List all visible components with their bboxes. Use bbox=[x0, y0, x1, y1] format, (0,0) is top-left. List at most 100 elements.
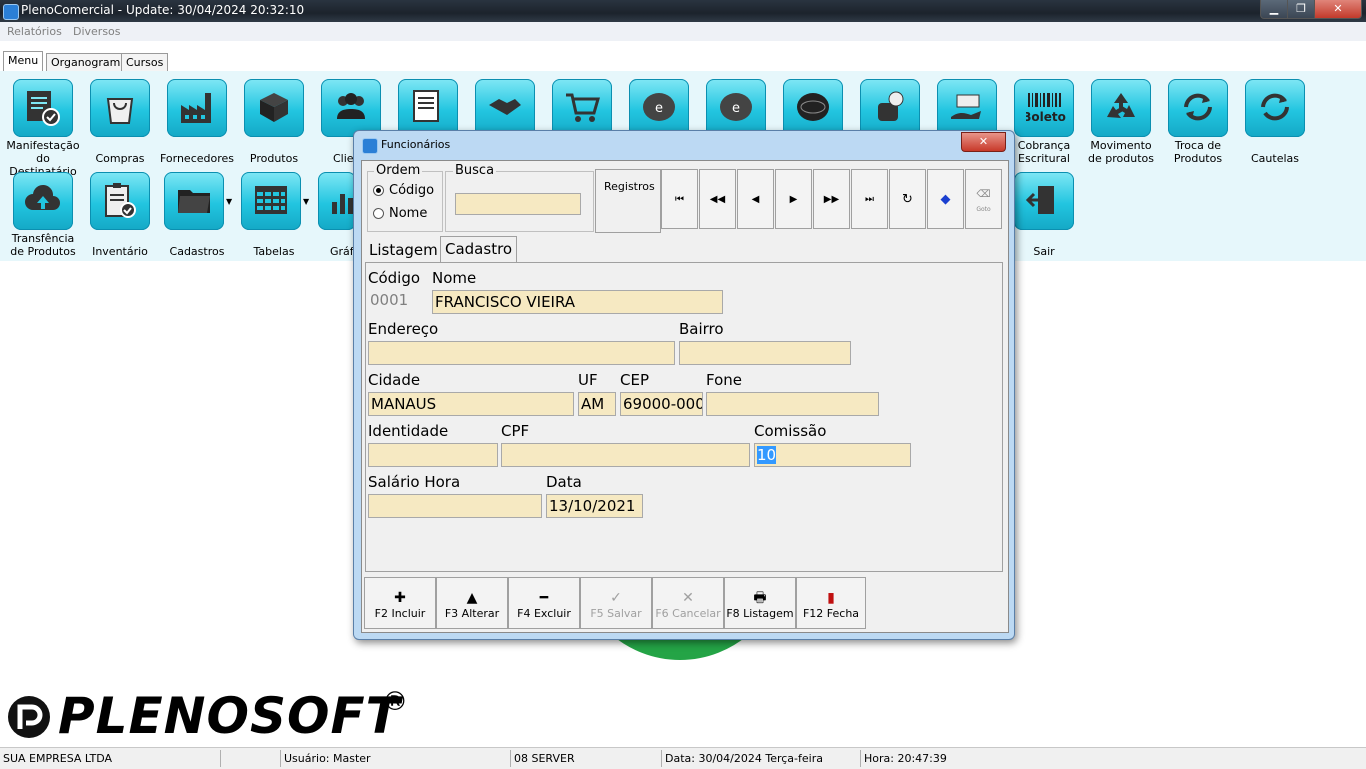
tile-inventario[interactable] bbox=[90, 172, 150, 230]
money-hand-icon bbox=[878, 91, 904, 121]
tile-clientes[interactable] bbox=[321, 79, 381, 137]
label-tabelas: Tabelas bbox=[253, 245, 295, 258]
document-edit-icon bbox=[413, 90, 439, 122]
comissao-field[interactable]: 10 bbox=[754, 443, 911, 467]
document-check-icon bbox=[27, 91, 60, 126]
comissao-selected-text: 10 bbox=[757, 446, 777, 464]
exit-door-icon bbox=[1026, 186, 1054, 214]
data-label: Data bbox=[546, 473, 582, 491]
radio-nome[interactable]: Nome bbox=[373, 206, 427, 221]
tile-cart[interactable] bbox=[552, 79, 612, 137]
nav-goto-button[interactable]: ⌫ Goto bbox=[965, 169, 1002, 229]
status-bar: SUA EMPRESA LTDA Usuário: Master 08 SERV… bbox=[0, 747, 1366, 769]
tab-menu[interactable]: Menu bbox=[3, 51, 44, 72]
comissao-label: Comissão bbox=[754, 422, 827, 440]
menu-diversos[interactable]: Diversos bbox=[73, 25, 121, 38]
endereco-field[interactable] bbox=[368, 341, 675, 365]
tile-tabelas[interactable] bbox=[241, 172, 301, 230]
check-icon: ✓ bbox=[610, 590, 622, 606]
tile-transferencia[interactable] bbox=[13, 172, 73, 230]
tabelas-dropdown-arrow[interactable]: ▼ bbox=[303, 197, 309, 206]
app-icon bbox=[3, 4, 19, 20]
table-icon bbox=[255, 186, 287, 214]
tab-cadastro[interactable]: Cadastro bbox=[440, 236, 518, 263]
printer-icon: 🖶 bbox=[753, 590, 767, 606]
tile-cautelas[interactable] bbox=[1245, 79, 1305, 137]
tile-payment-hand[interactable] bbox=[937, 79, 997, 137]
fone-field[interactable] bbox=[706, 392, 879, 416]
status-usuario: Usuário: Master bbox=[281, 750, 511, 767]
busca-input[interactable] bbox=[455, 193, 581, 215]
bairro-label: Bairro bbox=[679, 320, 724, 338]
tile-movimento[interactable] bbox=[1091, 79, 1151, 137]
nav-prev-page-button[interactable]: ◀◀ bbox=[699, 169, 736, 229]
fone-label: Fone bbox=[706, 371, 743, 389]
main-tabs: Menu Organograma Cursos bbox=[0, 51, 1366, 72]
nav-last-button[interactable]: ⏭ bbox=[851, 169, 888, 229]
dialog-close-button[interactable]: ✕ bbox=[961, 132, 1006, 152]
tab-listagem[interactable]: Listagem bbox=[365, 238, 442, 262]
menu-bar: Relatórios Diversos bbox=[0, 22, 1366, 41]
minimize-button[interactable]: ▁ bbox=[1260, 0, 1288, 19]
status-empty bbox=[221, 750, 281, 767]
tile-manifestacao[interactable] bbox=[13, 79, 73, 137]
funcionarios-dialog: Funcionários ✕ Ordem Código Nome Busca R… bbox=[353, 130, 1015, 640]
tab-cursos[interactable]: Cursos bbox=[121, 53, 169, 71]
nfe-icon: e bbox=[720, 93, 752, 121]
cep-field[interactable]: 69000-000 bbox=[620, 392, 703, 416]
identidade-field[interactable] bbox=[368, 443, 498, 467]
x-icon: ✕ bbox=[682, 590, 694, 606]
salario-hora-field[interactable] bbox=[368, 494, 542, 518]
tile-produtos[interactable] bbox=[244, 79, 304, 137]
svg-text:e: e bbox=[655, 101, 663, 116]
listagem-button[interactable]: 🖶 F8 Listagem bbox=[724, 577, 796, 629]
title-bar: PlenoComercial - Update: 30/04/2024 20:3… bbox=[0, 0, 1366, 22]
nav-first-button[interactable]: ⏮ bbox=[661, 169, 698, 229]
tile-nfe[interactable]: e bbox=[706, 79, 766, 137]
nfce-icon: e bbox=[643, 93, 675, 121]
cancelar-button[interactable]: ✕ F6 Cancelar bbox=[652, 577, 724, 629]
incluir-button[interactable]: ✚ F2 Incluir bbox=[364, 577, 436, 629]
tile-document-edit[interactable] bbox=[398, 79, 458, 137]
tile-sair[interactable] bbox=[1014, 172, 1074, 230]
nav-tag-button[interactable]: ◆ bbox=[927, 169, 964, 229]
tab-organograma[interactable]: Organograma bbox=[46, 53, 133, 71]
eraser-icon: ⌫ bbox=[976, 189, 991, 200]
tile-money-hand[interactable] bbox=[860, 79, 920, 137]
tile-boleto[interactable]: Boleto bbox=[1014, 79, 1074, 137]
nome-field[interactable]: FRANCISCO VIEIRA bbox=[432, 290, 723, 314]
menu-relatorios[interactable]: Relatórios bbox=[7, 25, 62, 38]
alterar-button[interactable]: ▲ F3 Alterar bbox=[436, 577, 508, 629]
tile-fornecedores[interactable] bbox=[167, 79, 227, 137]
cpf-field[interactable] bbox=[501, 443, 750, 467]
maximize-button[interactable]: ❐ bbox=[1287, 0, 1315, 19]
nav-refresh-button[interactable]: ↻ bbox=[889, 169, 926, 229]
cart-icon bbox=[566, 93, 600, 122]
nav-next-page-button[interactable]: ▶▶ bbox=[813, 169, 850, 229]
folder-icon bbox=[178, 190, 210, 213]
nav-next-button[interactable]: ▶ bbox=[775, 169, 812, 229]
cep-label: CEP bbox=[620, 371, 649, 389]
data-field[interactable]: 13/10/2021 bbox=[546, 494, 643, 518]
tile-sped[interactable] bbox=[783, 79, 843, 137]
tile-troca[interactable] bbox=[1168, 79, 1228, 137]
tile-handshake[interactable] bbox=[475, 79, 535, 137]
tile-graficos[interactable] bbox=[318, 172, 356, 230]
tile-compras[interactable] bbox=[90, 79, 150, 137]
tile-cadastros[interactable] bbox=[164, 172, 224, 230]
radio-codigo[interactable]: Código bbox=[373, 183, 434, 198]
label-inventario: Inventário bbox=[92, 245, 148, 258]
codigo-label: Código bbox=[368, 269, 421, 287]
fecha-button[interactable]: ▮ F12 Fecha bbox=[796, 577, 866, 629]
cidade-field[interactable]: MANAUS bbox=[368, 392, 574, 416]
uf-field[interactable]: AM bbox=[578, 392, 616, 416]
close-window-button[interactable]: ✕ bbox=[1314, 0, 1362, 19]
nav-prev-button[interactable]: ◀ bbox=[737, 169, 774, 229]
radio-dot-icon bbox=[373, 185, 384, 196]
salvar-button[interactable]: ✓ F5 Salvar bbox=[580, 577, 652, 629]
busca-label: Busca bbox=[453, 163, 497, 178]
tile-nfce[interactable]: e bbox=[629, 79, 689, 137]
excluir-button[interactable]: ━ F4 Excluir bbox=[508, 577, 580, 629]
cadastros-dropdown-arrow[interactable]: ▼ bbox=[226, 197, 232, 206]
bairro-field[interactable] bbox=[679, 341, 851, 365]
